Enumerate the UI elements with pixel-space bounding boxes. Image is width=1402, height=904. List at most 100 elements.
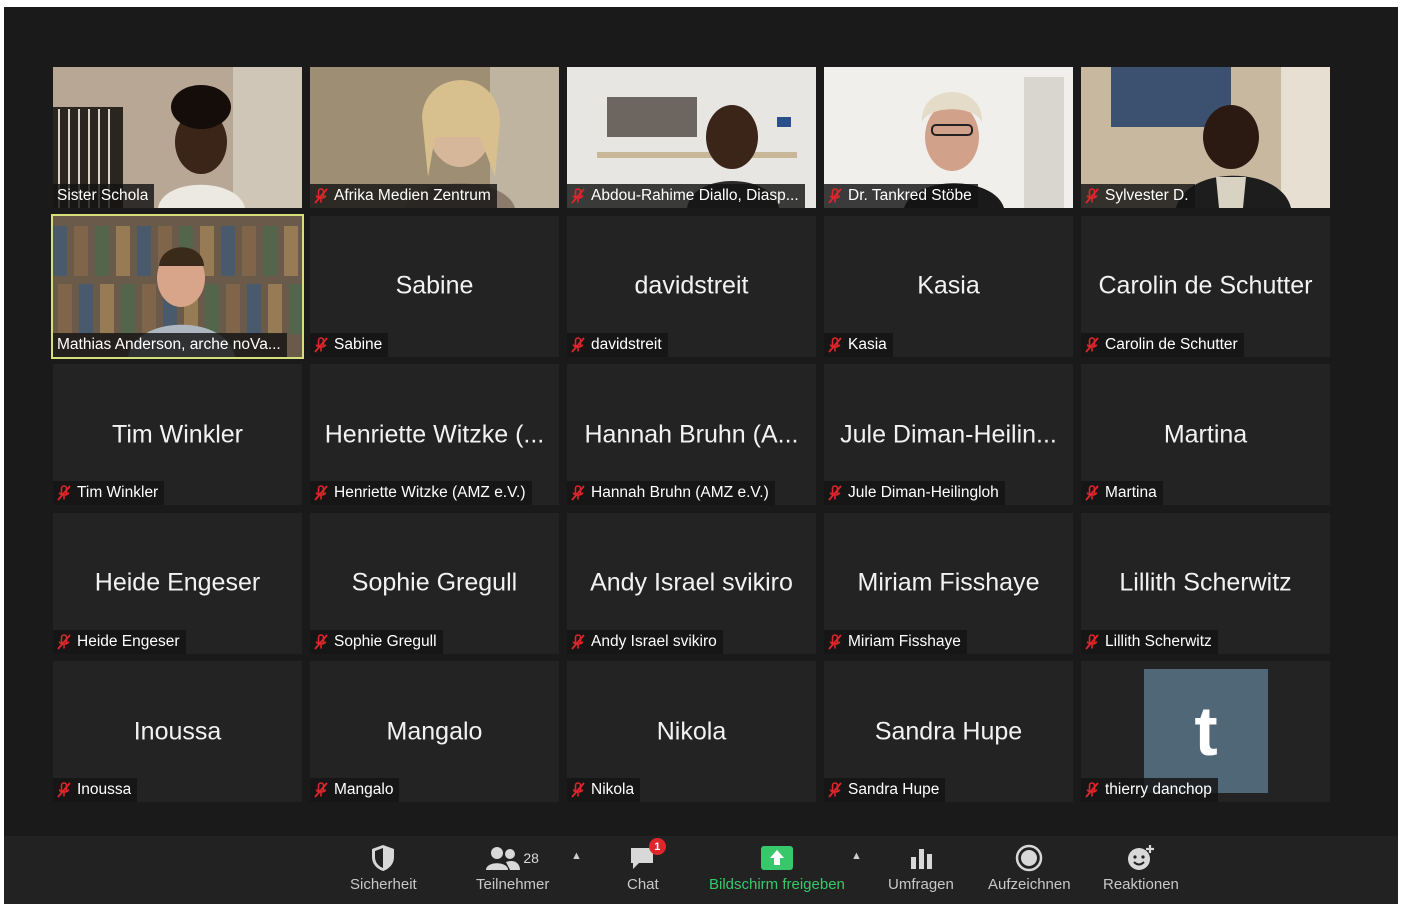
participant-name-text: Tim Winkler xyxy=(77,484,159,501)
participant-name-text: Nikola xyxy=(591,781,635,798)
reactions-icon xyxy=(1127,845,1154,870)
participant-tile[interactable]: davidstreit davidstreit xyxy=(567,215,816,357)
participant-display-name: Inoussa xyxy=(133,717,222,745)
participant-name-text: Afrika Medien Zentrum xyxy=(334,187,491,204)
participant-tile[interactable]: Sylvester D. xyxy=(1081,67,1330,208)
participant-name-text: Sylvester D. xyxy=(1105,187,1189,204)
participant-tile[interactable]: Sister Schola xyxy=(53,67,302,208)
muted-mic-icon xyxy=(1085,782,1099,798)
polls-icon xyxy=(910,849,932,869)
participant-name-text: Lillith Scherwitz xyxy=(1105,632,1212,650)
participant-name-text: Henriette Witzke (AMZ e.V.) xyxy=(334,484,526,501)
participant-name-text: Inoussa xyxy=(77,781,132,798)
participant-display-name: Miriam Fisshaye xyxy=(857,568,1040,597)
polls-button[interactable]: Umfragen xyxy=(888,842,954,893)
participant-display-name: Sophie Gregull xyxy=(351,568,518,597)
muted-mic-icon xyxy=(57,633,71,650)
zoom-meeting-window: Sister Schola Afrika Medien Zentrum Abdou-… xyxy=(4,7,1398,904)
muted-mic-icon xyxy=(828,633,842,650)
participant-name-text: Abdou-Rahime Diallo, Diasp... xyxy=(591,187,799,204)
participant-name-text: Mangalo xyxy=(334,781,394,798)
share-screen-button[interactable]: Bildschirm freigeben xyxy=(709,842,845,893)
participant-tile[interactable]: t thierry danchop xyxy=(1081,661,1330,802)
participant-name-text: Carolin de Schutter xyxy=(1105,335,1238,353)
participant-display-name: Hannah Bruhn (A... xyxy=(584,420,799,448)
muted-mic-icon xyxy=(314,485,328,501)
reactions-label: Reaktionen xyxy=(1103,876,1179,893)
record-button[interactable]: Aufzeichnen xyxy=(988,842,1071,893)
participant-tile[interactable]: Afrika Medien Zentrum xyxy=(310,67,559,208)
participant-display-name: davidstreit xyxy=(634,271,749,300)
participant-name-label: Sophie Gregull xyxy=(310,629,443,654)
participant-name-label: Mangalo xyxy=(310,778,400,802)
participant-name-label: Mathias Anderson, arche noVa... xyxy=(53,332,287,357)
participant-name-text: Sister Schola xyxy=(57,187,149,204)
participant-name-text: Sabine xyxy=(334,335,383,353)
participant-tile[interactable]: Lillith Scherwitz Lillith Scherwitz xyxy=(1081,512,1330,654)
participant-name-label: Hannah Bruhn (AMZ e.V.) xyxy=(567,481,775,505)
participant-tile[interactable]: Dr. Tankred Stöbe xyxy=(824,67,1073,208)
participant-name-text: davidstreit xyxy=(591,335,662,353)
security-button[interactable]: Sicherheit xyxy=(350,842,417,893)
participant-name-label: Sister Schola xyxy=(53,184,155,208)
muted-mic-icon xyxy=(314,188,328,204)
participant-tile[interactable]: Andy Israel svikiro Andy Israel svikiro xyxy=(567,512,816,654)
participant-tile[interactable]: Mathias Anderson, arche noVa... xyxy=(51,213,304,359)
participant-name-text: Mathias Anderson, arche noVa... xyxy=(57,335,281,353)
participant-name-label: Kasia xyxy=(824,332,893,357)
chat-button[interactable]: 1 Chat xyxy=(627,838,666,893)
participant-tile[interactable]: Kasia Kasia xyxy=(824,215,1073,357)
participant-count: 28 xyxy=(523,850,539,866)
muted-mic-icon xyxy=(828,336,842,353)
muted-mic-icon xyxy=(314,633,328,650)
participant-name-label: Andy Israel svikiro xyxy=(567,629,723,654)
participant-display-name: Heide Engeser xyxy=(94,568,261,597)
participant-tile[interactable]: Hannah Bruhn (A... Hannah Bruhn (AMZ e.V.… xyxy=(567,364,816,505)
participant-tile[interactable]: Martina Martina xyxy=(1081,364,1330,505)
participant-display-name: Sandra Hupe xyxy=(874,717,1023,745)
participant-name-text: thierry danchop xyxy=(1105,781,1212,798)
participants-caret-icon[interactable]: ▲ xyxy=(571,850,582,862)
share-caret-icon[interactable]: ▲ xyxy=(851,850,862,862)
participant-tile[interactable]: Henriette Witzke (... Henriette Witzke (A… xyxy=(310,364,559,505)
participant-tile[interactable]: Abdou-Rahime Diallo, Diasp... xyxy=(567,67,816,208)
participant-tile[interactable]: Carolin de Schutter Carolin de Schutter xyxy=(1081,215,1330,357)
participant-tile[interactable]: Jule Diman-Heilin... Jule Diman-Heilinglo… xyxy=(824,364,1073,505)
participant-tile[interactable]: Miriam Fisshaye Miriam Fisshaye xyxy=(824,512,1073,654)
muted-mic-icon xyxy=(571,633,585,650)
participant-name-label: Miriam Fisshaye xyxy=(824,629,967,654)
participant-tile[interactable]: Sandra Hupe Sandra Hupe xyxy=(824,661,1073,802)
participant-tile[interactable]: Sabine Sabine xyxy=(310,215,559,357)
muted-mic-icon xyxy=(571,336,585,353)
participant-name-label: Nikola xyxy=(567,778,641,802)
participant-name-text: Sophie Gregull xyxy=(334,632,437,650)
chat-label: Chat xyxy=(627,876,659,893)
muted-mic-icon xyxy=(571,782,585,798)
participant-tile[interactable]: Mangalo Mangalo xyxy=(310,661,559,802)
participant-name-label: Sylvester D. xyxy=(1081,184,1195,208)
participant-name-label: Henriette Witzke (AMZ e.V.) xyxy=(310,481,532,505)
muted-mic-icon xyxy=(1085,188,1099,204)
share-screen-icon xyxy=(760,846,793,870)
participant-tile[interactable]: Sophie Gregull Sophie Gregull xyxy=(310,512,559,654)
muted-mic-icon xyxy=(571,485,585,501)
polls-label: Umfragen xyxy=(888,876,954,893)
participants-icon xyxy=(486,847,521,870)
muted-mic-icon xyxy=(571,188,585,204)
participant-name-text: Heide Engeser xyxy=(77,632,180,650)
participants-label: Teilnehmer xyxy=(476,876,550,893)
muted-mic-icon xyxy=(828,485,842,501)
participant-tile[interactable]: Inoussa Inoussa xyxy=(53,661,302,802)
muted-mic-icon xyxy=(57,485,71,501)
participant-tile[interactable]: Nikola Nikola xyxy=(567,661,816,802)
participant-tile[interactable]: Heide Engeser Heide Engeser xyxy=(53,512,302,654)
muted-mic-icon xyxy=(1085,336,1099,353)
participant-gallery: Sister Schola Afrika Medien Zentrum Abdou-… xyxy=(51,67,1330,802)
participant-display-name: Mangalo xyxy=(386,717,483,745)
participants-button[interactable]: 28 Teilnehmer xyxy=(476,842,549,893)
reactions-button[interactable]: Reaktionen xyxy=(1103,842,1179,893)
participant-display-name: Lillith Scherwitz xyxy=(1119,568,1292,597)
participant-tile[interactable]: Tim Winkler Tim Winkler xyxy=(53,364,302,505)
participant-display-name: Jule Diman-Heilin... xyxy=(840,420,1057,448)
record-icon xyxy=(1016,844,1043,872)
